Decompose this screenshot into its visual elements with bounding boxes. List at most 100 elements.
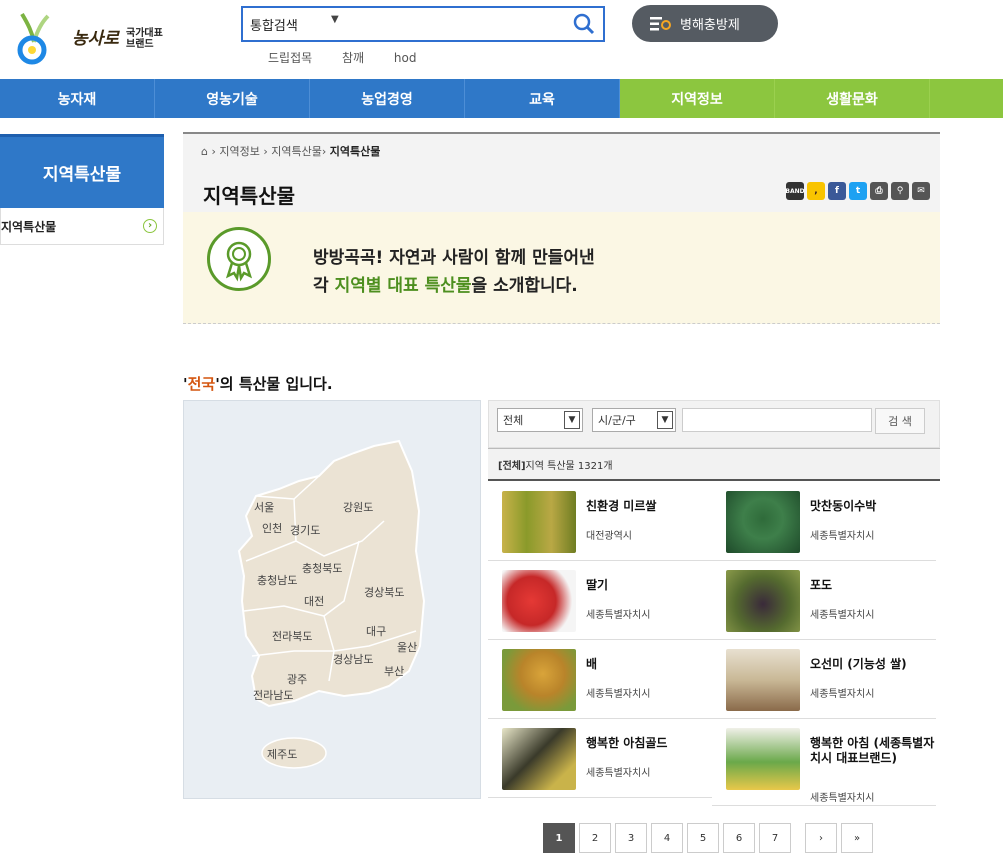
product-card[interactable]: 친환경 미르쌀 대전광역시 [488,482,712,561]
next-page-icon[interactable]: › [805,823,837,853]
mail-icon[interactable]: ✉ [912,182,930,200]
search-button[interactable]: 검 색 [875,408,925,434]
product-name: 행복한 아침골드 [586,736,668,750]
product-name: 배 [586,657,598,671]
page-1-button[interactable]: 1 [543,823,575,853]
product-thumbnail [726,491,800,553]
product-name: 오선미 (기능성 쌀) [810,657,907,671]
breadcrumb: ⌂ › 지역정보 › 지역특산물› 지역특산물 [201,145,381,158]
lnb-item-specialties[interactable]: 지역특산물 › [0,208,164,245]
korea-region-map[interactable]: 서울 강원도 인천 경기도 충청북도 충청남도 경상북도 대전 전라북도 대구 … [183,400,481,799]
map-label-incheon[interactable]: 인천 [262,520,282,536]
map-label-gyeongbuk[interactable]: 경상북도 [364,584,404,600]
map-label-gangwon[interactable]: 강원도 [343,499,373,515]
product-card[interactable]: 행복한 아침 (세종특별자치시 대표브랜드) 세종특별자치시 [712,719,936,806]
lnb-title: 지역특산물 [0,134,164,208]
province-select[interactable]: 전체 ▼ [497,408,583,432]
map-label-gwangju[interactable]: 광주 [287,671,307,687]
chevron-down-icon: ▼ [657,411,673,429]
product-name: 맛찬동이수박 [810,499,877,513]
gnb-item-farm-supplies[interactable]: 농자재 [0,79,155,118]
product-card[interactable]: 포도 세종특별자치시 [712,561,936,640]
result-count-label: [전체] [498,460,526,472]
gnb-item-farming-tech[interactable]: 영농기술 [155,79,310,118]
last-page-icon[interactable]: » [841,823,873,853]
result-count-text: 지역 특산물 1321개 [525,460,613,472]
map-label-chungnam[interactable]: 충청남도 [257,572,297,588]
map-label-jeonbuk[interactable]: 전라북도 [272,628,312,644]
page-title: 지역특산물 [203,184,295,208]
product-region: 세종특별자치시 [586,689,651,700]
product-card[interactable]: 행복한 아침골드 세종특별자치시 [488,719,712,798]
search-category-select[interactable]: 통합검색 [250,15,298,34]
map-label-busan[interactable]: 부산 [384,663,404,679]
map-label-daejeon[interactable]: 대전 [304,593,324,609]
region-name: 전국 [187,375,216,393]
product-region: 세종특별자치시 [810,610,875,621]
map-label-chungbuk[interactable]: 충청북도 [302,560,342,576]
korea-map-shape [237,439,426,769]
keyword-link[interactable]: 드립접목 [268,51,312,65]
logo-text: 농사로 [72,29,119,49]
map-label-seoul[interactable]: 서울 [254,499,274,515]
keyword-link[interactable]: hod [394,51,417,65]
pagination: 1 2 3 4 5 6 7 › » [543,823,873,853]
map-label-daegu[interactable]: 대구 [366,623,386,639]
product-region: 대전광역시 [586,531,632,542]
breadcrumb-item[interactable]: 지역특산물 [271,145,322,158]
breadcrumb-item[interactable]: 지역정보 [219,145,259,158]
search-icon[interactable] [571,11,597,37]
product-card[interactable]: 배 세종특별자치시 [488,640,712,719]
popular-keywords: 드립접목 참깨 hod [268,49,443,66]
page-3-button[interactable]: 3 [615,823,647,853]
product-card[interactable]: 오선미 (기능성 쌀) 세종특별자치시 [712,640,936,719]
product-thumbnail [502,491,576,553]
product-name: 딸기 [586,578,609,592]
twitter-icon[interactable]: t [849,182,867,200]
gnb-item-life-culture[interactable]: 생활문화 [775,79,930,118]
map-label-jeonnam[interactable]: 전라남도 [253,687,293,703]
gnb-item-farm-management[interactable]: 농업경영 [310,79,465,118]
kakao-icon[interactable]: , [807,182,825,200]
lnb-item-label: 지역특산물 [1,219,57,234]
product-region: 세종특별자치시 [586,610,651,621]
breadcrumb-current: 지역특산물 [329,145,381,158]
product-thumbnail [502,649,576,711]
home-icon[interactable]: ⌂ [201,145,208,158]
page-7-button[interactable]: 7 [759,823,791,853]
map-label-jeju[interactable]: 제주도 [267,746,297,762]
pagination-gap [795,823,801,853]
region-heading: '전국'의 특산물 입니다. [183,375,333,393]
intro-text-line1: 방방곡곡! 자연과 사람이 함께 만들어낸 [313,248,595,268]
keyword-link[interactable]: 참깨 [342,51,364,65]
result-count: [전체] 지역 특산물 1321개 [488,448,940,481]
print-icon[interactable]: ⎙ [870,182,888,200]
product-thumbnail [726,649,800,711]
intro-banner: 방방곡곡! 자연과 사람이 함께 만들어낸 각 지역별 대표 특산물을 소개합니… [183,212,940,324]
list-search-icon [650,16,671,30]
link-icon[interactable]: ⚲ [891,182,909,200]
facebook-icon[interactable]: f [828,182,846,200]
intro-text-line2: 각 지역별 대표 특산물을 소개합니다. [313,276,578,296]
keyword-input[interactable] [682,408,872,432]
pest-control-button[interactable]: 병해충방제 [632,5,778,42]
site-logo[interactable]: 농사로 국가대표 브랜드 [14,6,164,66]
page-5-button[interactable]: 5 [687,823,719,853]
gnb-item-regional-info[interactable]: 지역정보 [620,79,775,118]
band-icon[interactable]: BAND [785,182,805,200]
map-label-gyeonggi[interactable]: 경기도 [290,522,320,538]
page-4-button[interactable]: 4 [651,823,683,853]
product-region: 세종특별자치시 [810,531,875,542]
map-label-gyeongnam[interactable]: 경상남도 [333,651,373,667]
product-card[interactable]: 딸기 세종특별자치시 [488,561,712,640]
page-6-button[interactable]: 6 [723,823,755,853]
page-2-button[interactable]: 2 [579,823,611,853]
map-label-ulsan[interactable]: 울산 [397,639,417,655]
product-card[interactable]: 맛찬동이수박 세종특별자치시 [712,482,936,561]
pest-control-label: 병해충방제 [680,18,740,33]
content-header: ⌂ › 지역정보 › 지역특산물› 지역특산물 지역특산물 BAND , f t… [183,132,940,212]
gnb-item-education[interactable]: 교육 [465,79,620,118]
city-select[interactable]: 시/군/구 ▼ [592,408,676,432]
search-box[interactable]: 통합검색 ▼ [241,6,605,42]
chevron-down-icon: ▼ [331,14,339,25]
